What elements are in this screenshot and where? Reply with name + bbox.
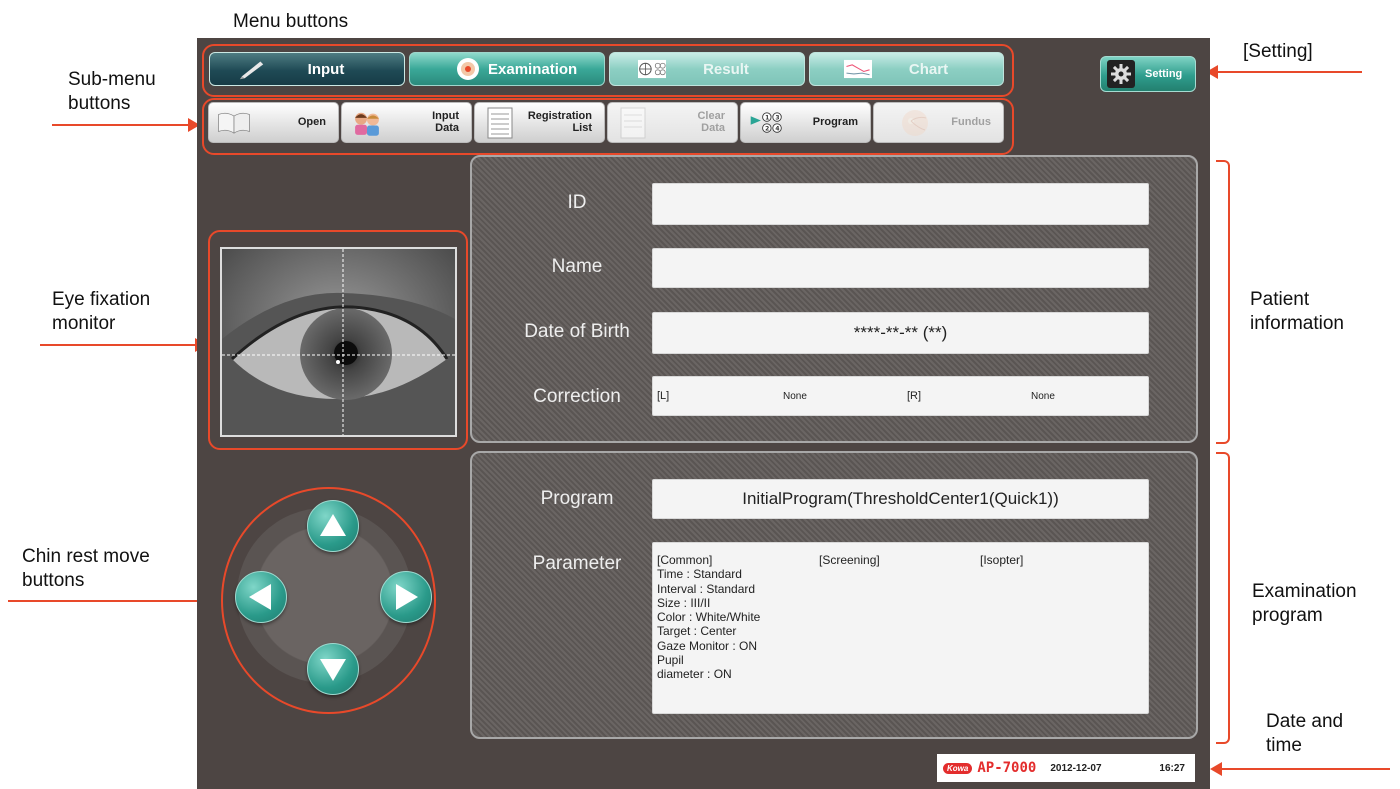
examination-program-bracket [1216,452,1230,744]
eye-fixation-annotation: Eye fixation monitor [52,289,151,334]
common-header: [Common] [657,553,713,567]
gear-icon [1107,60,1135,88]
model-name: AP-7000 [977,760,1037,776]
chin-rest-annotation: Chin rest move buttons [22,546,150,591]
date-time-annotation: Date and time [1266,711,1344,756]
examination-program-annotation: Examination program [1252,581,1357,626]
dob-label: Date of Birth [524,321,630,342]
correction-label: Correction [533,386,621,407]
dob-field[interactable]: ****-**-** (**) [652,312,1149,354]
status-time: 16:27 [1159,762,1185,774]
common-diameter: diameter : ON [657,667,732,682]
menu-buttons-annotation: Menu buttons [233,11,349,32]
patient-information-annotation: Patient information [1250,289,1344,334]
correction-left-label: [L] [657,390,670,402]
eye-fixation-arrow [40,338,207,352]
isopter-header: [Isopter] [980,553,1024,567]
menu-buttons-highlight [202,44,1014,97]
kowa-logo: Kowa [943,762,973,774]
sub-menu-buttons-highlight [202,98,1014,155]
parameter-field[interactable]: [Common] Time : Standard Interval : Stan… [652,542,1149,714]
setting-label: Setting [1145,68,1183,80]
correction-right-label: [R] [907,390,922,402]
name-field[interactable] [652,248,1149,288]
date-time-arrow [1210,762,1390,776]
parameter-common-column: [Common] Time : Standard Interval : Stan… [657,553,760,682]
common-color: Color : White/White [657,610,761,625]
setting-button[interactable]: Setting [1100,56,1196,92]
patient-information-bracket [1216,160,1230,444]
chin-rest-highlight [221,487,436,714]
correction-right-value: None [1031,391,1055,402]
sub-menu-arrow [52,118,200,132]
id-label: ID [567,192,587,213]
setting-annotation: [Setting] [1243,41,1313,62]
common-time: Time : Standard [657,567,742,582]
program-field[interactable]: InitialProgram(ThresholdCenter1(Quick1)) [652,479,1149,519]
common-size: Size : III/II [657,595,711,610]
common-pupil: Pupil [657,653,684,668]
screening-header: [Screening] [819,553,880,567]
parameter-label: Parameter [532,553,622,574]
status-bar: Kowa AP-7000 2012-12-07 16:27 [937,754,1195,782]
correction-left-value: None [783,391,807,402]
id-field[interactable] [652,183,1149,225]
common-interval: Interval : Standard [657,581,756,596]
chin-rest-arrow [8,594,225,608]
correction-field[interactable]: [L] None [R] None [652,376,1149,416]
name-label: Name [551,256,603,277]
common-target: Target : Center [657,624,737,639]
common-gaze-monitor: Gaze Monitor : ON [657,638,758,653]
status-date: 2012-12-07 [1050,762,1102,774]
setting-arrow [1206,65,1362,79]
program-label: Program [540,488,614,509]
examination-program-panel: Program InitialProgram(ThresholdCenter1(… [470,451,1198,739]
patient-information-panel: ID Name Date of Birth ****-**-** (**) Co… [470,155,1198,443]
sub-menu-buttons-annotation: Sub-menu buttons [68,69,156,114]
eye-fixation-highlight [208,230,468,450]
